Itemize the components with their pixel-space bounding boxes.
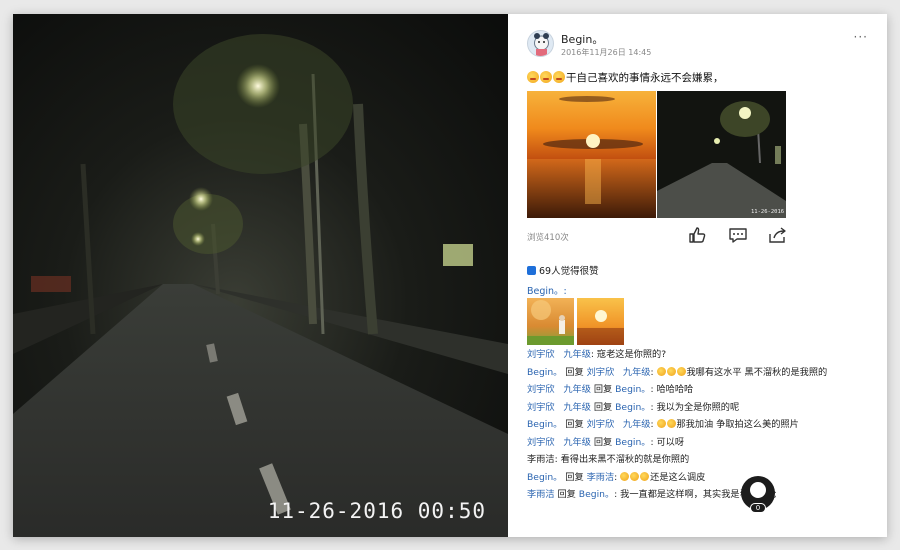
avatar[interactable]: [527, 30, 554, 57]
reply-author[interactable]: Begin。:: [527, 283, 567, 297]
comment-item[interactable]: Begin。 回复 刘宇欣 九年级: 我哪有这水平 黑不溜秋的是我照的: [527, 366, 877, 380]
post-text: 干自己喜欢的事情永远不会嫌累，: [527, 70, 724, 85]
comment-icon[interactable]: [728, 226, 748, 244]
comment-item[interactable]: 刘宇欣 九年级 回复 Begin。: 哈哈哈哈: [527, 384, 877, 397]
thumbs-up-icon: [527, 266, 536, 275]
likes-text: 69人觉得很赞: [539, 266, 599, 277]
laugh-emoji-icon: [656, 366, 666, 376]
laugh-emoji-icon: [666, 366, 676, 376]
comment-item[interactable]: 李雨洁 回复 Begin。: 我一直都是这样啊，其实我是看了评论: [527, 489, 877, 502]
likes-summary[interactable]: 69人觉得很赞: [527, 263, 599, 277]
comment-item[interactable]: 李雨洁: 看得出来黑不溜秋的就是你照的: [527, 454, 877, 467]
share-icon[interactable]: [768, 226, 788, 244]
unread-badge: 0: [750, 503, 766, 513]
comment-item[interactable]: 刘宇欣 九年级 回复 Begin。: 我以为全是你照的呢: [527, 402, 877, 415]
thumb-timestamp: 11-26-2016: [751, 209, 784, 215]
post-author[interactable]: Begin。: [561, 31, 603, 47]
floating-chat-button[interactable]: 0: [741, 476, 775, 513]
blush-emoji-icon: [540, 71, 552, 83]
post-panel: Begin。 2016年11月26日 14:45 ··· 干自己喜欢的事情永远不…: [508, 14, 887, 537]
like-icon[interactable]: [687, 226, 707, 244]
autumn-girl-image[interactable]: [527, 298, 574, 345]
blush-emoji-icon: [527, 71, 539, 83]
comment-item[interactable]: 刘宇欣 九年级: 寇老这是你照的?: [527, 349, 877, 362]
post-time: 2016年11月26日 14:45: [561, 48, 652, 57]
comment-item[interactable]: Begin。 回复 刘宇欣 九年级: 那我加油 争取拍这么美的照片: [527, 419, 877, 432]
night-street-image[interactable]: 11-26-2016: [657, 91, 786, 218]
post-text-content: 干自己喜欢的事情永远不会嫌累，: [566, 72, 724, 84]
comment-item[interactable]: Begin。 回复 李雨洁: 还是这么调皮: [527, 471, 877, 485]
sunset-sea-image[interactable]: [527, 91, 656, 218]
laugh-emoji-icon: [640, 471, 650, 481]
sunset-image[interactable]: [577, 298, 624, 345]
photo-viewer[interactable]: 11-26-2016 00:50: [13, 14, 508, 537]
laugh-emoji-icon: [656, 419, 666, 428]
photo-timestamp: 11-26-2016 00:50: [267, 499, 486, 523]
post-header: Begin。 2016年11月26日 14:45 ···: [527, 30, 872, 64]
comment-list: 刘宇欣 九年级: 寇老这是你照的? Begin。 回复 刘宇欣 九年级: 我哪有…: [527, 349, 877, 507]
post-window: 11-26-2016 00:50 Begin。 2016年11月26日 14:4…: [13, 14, 887, 537]
ellipsis-icon[interactable]: ···: [854, 30, 868, 44]
view-count: 浏览410次: [527, 233, 569, 243]
blush-emoji-icon: [553, 71, 565, 83]
comment-item[interactable]: 刘宇欣 九年级 回复 Begin。: 可以呀: [527, 437, 877, 450]
laugh-emoji-icon: [676, 366, 686, 376]
mascot-icon: [750, 482, 766, 498]
laugh-emoji-icon: [666, 419, 676, 428]
laugh-emoji-icon: [630, 471, 640, 481]
night-street-photo: [13, 34, 508, 537]
laugh-emoji-icon: [620, 471, 630, 481]
